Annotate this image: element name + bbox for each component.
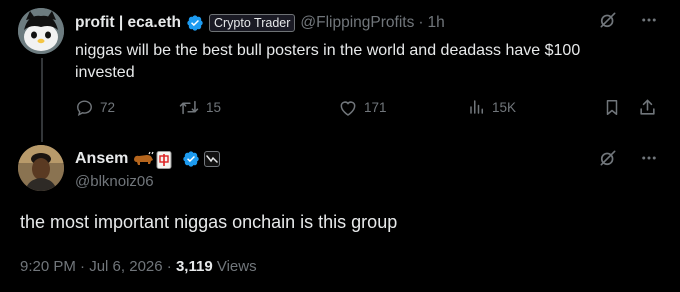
verified-badge-icon (186, 14, 204, 32)
share-button[interactable] (638, 98, 657, 117)
reply-icon (75, 98, 94, 117)
bookmark-button[interactable] (603, 98, 621, 117)
mahjong-tile-icon (156, 151, 176, 169)
separator-dot: · (166, 258, 176, 275)
view-count: 15K (492, 99, 517, 115)
more-options-icon[interactable] (640, 149, 658, 167)
views-label: Views (216, 258, 257, 275)
bull-emoji-icon (132, 151, 154, 167)
tweet-time[interactable]: 1h (428, 14, 445, 32)
tweet2-top-actions (598, 148, 658, 168)
views-count[interactable]: 3,119 (176, 258, 213, 275)
display-name[interactable]: profit | eca.eth (75, 14, 181, 32)
tweet1-header: profit | eca.eth Crypto Trader @Flipping… (75, 13, 445, 33)
tweet2-text: the most important niggas onchain is thi… (20, 212, 398, 232)
tweet1-text: niggas will be the best bull posters in … (75, 42, 581, 81)
retweet-icon (178, 98, 200, 117)
tweet2-header: Ansem (75, 150, 221, 169)
user-handle[interactable]: @FlippingProfits (300, 14, 414, 32)
like-count: 171 (364, 100, 387, 115)
analytics-icon (468, 98, 486, 116)
tweet-date[interactable]: Jul 6, 2026 (89, 258, 162, 275)
separator-dot: · (418, 14, 424, 31)
more-options-icon[interactable] (640, 11, 658, 29)
retweet-button[interactable]: 15 (178, 98, 221, 117)
tweet2-meta: 9:20 PM · Jul 6, 2026 · 3,119 Views (20, 258, 257, 275)
display-name[interactable]: Ansem (75, 150, 128, 168)
avatar[interactable] (18, 145, 64, 191)
tweet1-top-actions (598, 10, 658, 30)
retweet-count: 15 (206, 100, 222, 115)
verified-badge-icon (182, 150, 200, 168)
like-button[interactable]: 171 (338, 98, 387, 117)
share-icon (638, 98, 657, 117)
separator-dot: · (80, 258, 90, 275)
reply-button[interactable]: 72 (75, 98, 115, 117)
tweet1-action-bar: 72 15 171 15K (75, 98, 665, 122)
label-badge[interactable]: Crypto Trader (208, 14, 296, 32)
tweet-time[interactable]: 9:20 PM (20, 258, 76, 275)
grok-icon[interactable] (598, 148, 618, 168)
reply-count: 72 (100, 100, 116, 115)
thread-connector-line (41, 58, 43, 142)
heart-icon (338, 98, 358, 117)
affiliate-logo-icon[interactable] (204, 151, 221, 167)
bookmark-icon (603, 98, 621, 117)
user-handle[interactable]: @blknoiz06 (75, 173, 154, 190)
grok-icon[interactable] (598, 10, 618, 30)
views-button[interactable]: 15K (468, 98, 516, 116)
avatar[interactable] (18, 8, 64, 54)
